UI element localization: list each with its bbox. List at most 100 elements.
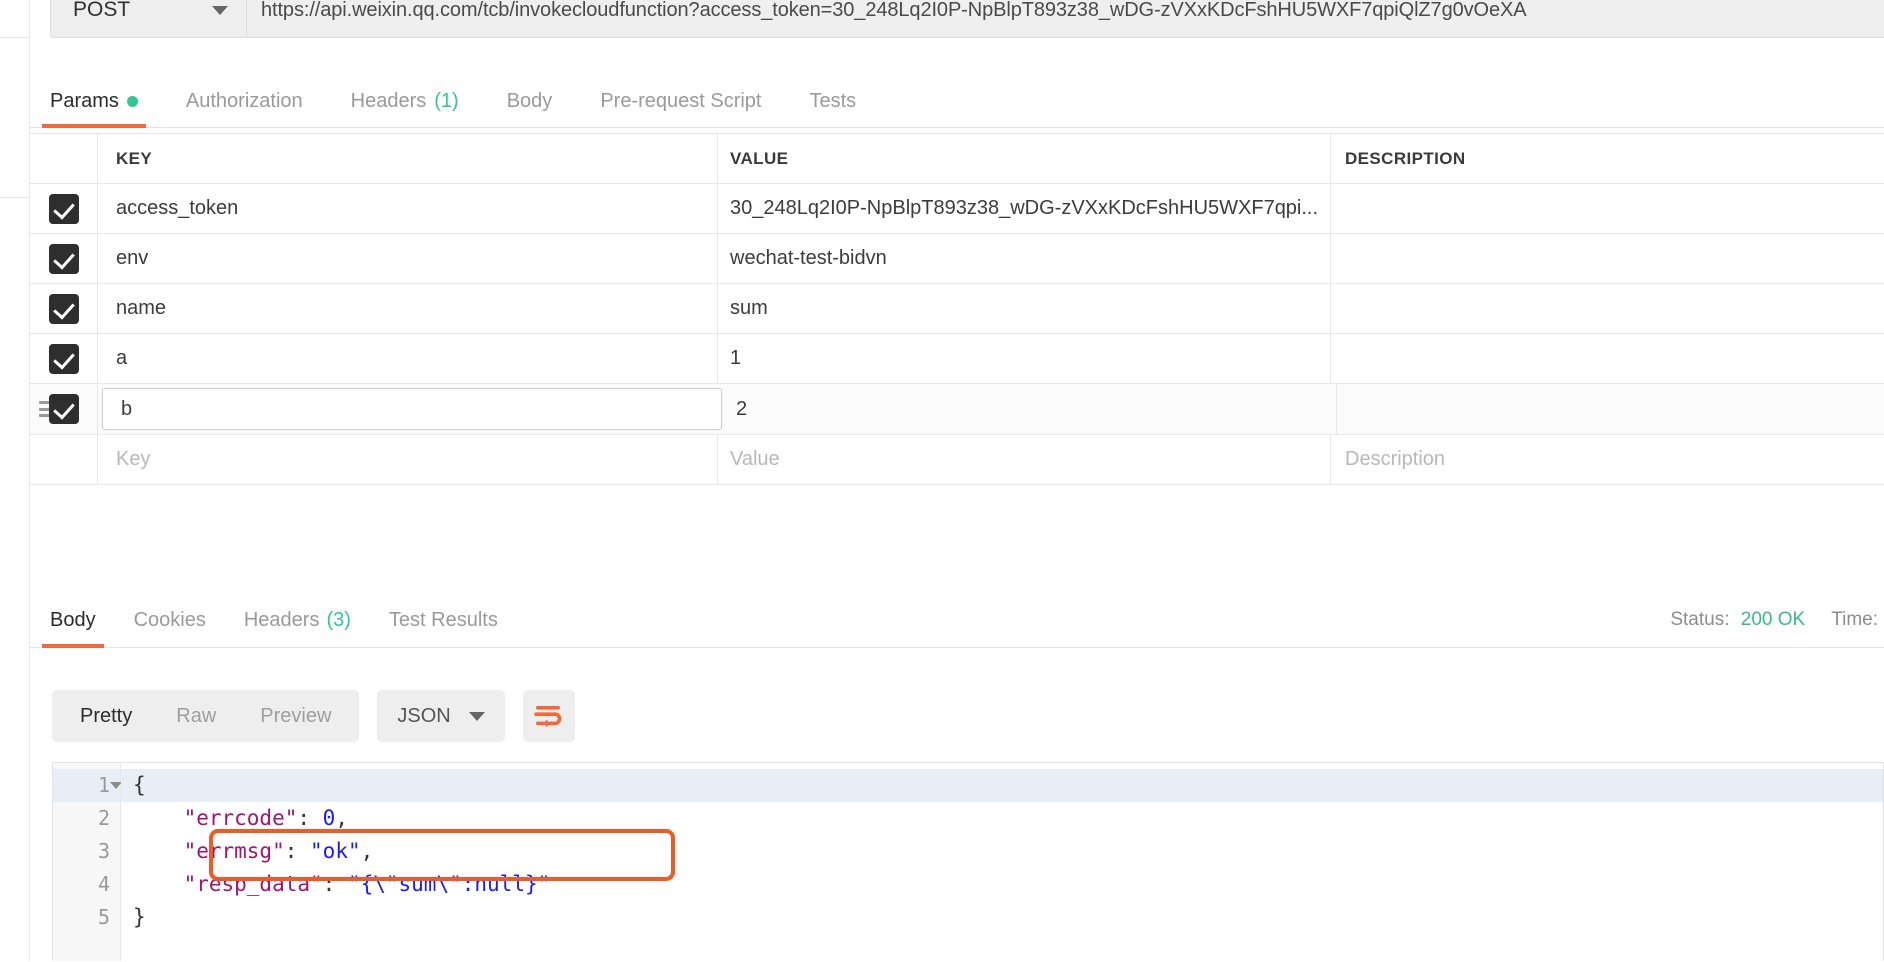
url-bar: POST https://api.weixin.qq.com/tcb/invok… — [50, 0, 1884, 38]
params-indicator-dot-icon — [126, 96, 138, 107]
format-label: JSON — [397, 704, 451, 727]
row-value[interactable]: wechat-test-bidvn — [718, 234, 1331, 283]
tab-pre-request-script-label: Pre-request Script — [600, 90, 762, 112]
postman-window: POST https://api.weixin.qq.com/tcb/invok… — [0, 0, 1884, 962]
tab-body[interactable]: Body — [493, 90, 567, 127]
response-view-switcher: Pretty Raw Preview — [52, 690, 360, 742]
table-row[interactable]: access_token 30_248Lq2I0P-NpBlpT893z38_w… — [30, 184, 1884, 234]
row-description[interactable] — [1331, 284, 1884, 333]
http-method-label: POST — [73, 0, 131, 21]
response-tab-test-results[interactable]: Test Results — [377, 592, 510, 648]
view-pretty-button[interactable]: Pretty — [58, 690, 154, 742]
tab-headers-count: (1) — [434, 90, 459, 112]
response-meta: Status: 200 OK Time: — [1670, 592, 1884, 648]
row-value[interactable]: 1 — [718, 334, 1331, 383]
response-tab-cookies[interactable]: Cookies — [122, 592, 218, 648]
line-number: 2 — [97, 806, 110, 830]
code-line: "errcode": 0, — [183, 806, 348, 830]
status-value: 200 OK — [1740, 609, 1806, 630]
code-line: { — [121, 769, 1883, 802]
checkbox-checked-icon[interactable] — [48, 293, 79, 324]
tab-authorization-label: Authorization — [185, 90, 303, 112]
response-tabs: Body Cookies Headers (3) Test Results St… — [30, 592, 1884, 648]
wrap-lines-icon — [533, 706, 562, 728]
tab-tests-label: Tests — [809, 90, 857, 112]
tab-pre-request-script[interactable]: Pre-request Script — [586, 90, 775, 127]
row-checkbox-cell[interactable] — [30, 184, 98, 233]
table-row[interactable]: a 1 — [30, 334, 1884, 384]
tab-tests[interactable]: Tests — [795, 90, 870, 127]
left-rail-segment-top — [0, 0, 29, 38]
row-checkbox-cell[interactable] — [30, 234, 98, 283]
code-lines[interactable]: { "errcode": 0, "errmsg": "ok", "resp_da… — [121, 763, 1883, 962]
column-header-key: KEY — [98, 134, 718, 183]
row-checkbox-cell[interactable] — [30, 435, 98, 484]
tab-body-label: Body — [506, 90, 553, 112]
line-number-gutter: 1 2 3 4 5 — [53, 763, 122, 962]
format-selector[interactable]: JSON — [377, 690, 505, 742]
left-rail-segment-mid — [0, 38, 29, 198]
response-tab-headers-count: (3) — [326, 608, 351, 631]
table-row-placeholder[interactable]: Key Value Description — [30, 435, 1884, 485]
tab-headers[interactable]: Headers (1) — [337, 90, 473, 127]
response-tab-headers-label: Headers — [243, 608, 320, 631]
code-line: } — [133, 905, 146, 929]
response-tab-test-results-label: Test Results — [388, 608, 498, 631]
tab-headers-label: Headers — [350, 90, 427, 112]
row-key[interactable]: env — [98, 234, 718, 283]
tab-params[interactable]: Params — [36, 90, 152, 128]
row-description[interactable] — [1331, 334, 1884, 383]
line-number: 1 — [53, 769, 122, 802]
left-rail — [0, 0, 30, 962]
chevron-down-icon — [212, 5, 228, 15]
new-description-input[interactable]: Description — [1331, 435, 1884, 484]
row-description[interactable] — [1337, 384, 1884, 434]
line-number: 4 — [97, 872, 110, 896]
view-preview-button[interactable]: Preview — [238, 690, 353, 742]
row-checkbox-cell[interactable] — [30, 334, 98, 383]
column-header-value: VALUE — [718, 134, 1331, 183]
new-value-input[interactable]: Value — [718, 435, 1331, 484]
row-checkbox-cell[interactable] — [30, 384, 98, 434]
checkbox-checked-icon[interactable] — [48, 243, 79, 274]
row-key-input[interactable]: b — [102, 388, 722, 430]
http-method-selector[interactable]: POST — [51, 0, 247, 37]
params-table-header: KEY VALUE DESCRIPTION — [30, 134, 1884, 184]
row-key[interactable]: access_token — [98, 184, 718, 233]
response-tab-body-label: Body — [50, 608, 96, 631]
line-number: 3 — [97, 839, 110, 863]
response-body-toolbar: Pretty Raw Preview JSON — [52, 690, 575, 742]
row-value[interactable]: 2 — [724, 384, 1337, 434]
params-table: KEY VALUE DESCRIPTION access_token 30_24… — [30, 133, 1884, 485]
row-value[interactable]: 30_248Lq2I0P-NpBlpT893z38_wDG-zVXxKDcFsh… — [718, 184, 1331, 233]
tab-authorization[interactable]: Authorization — [172, 90, 317, 127]
row-description[interactable] — [1331, 184, 1884, 233]
view-raw-button[interactable]: Raw — [154, 690, 238, 742]
response-body-code-viewer[interactable]: 1 2 3 4 5 { "errcode": 0, "errmsg": "ok"… — [52, 762, 1884, 962]
row-description[interactable] — [1331, 234, 1884, 283]
checkbox-checked-icon[interactable] — [48, 193, 79, 224]
tab-params-label: Params — [50, 90, 119, 112]
url-input[interactable]: https://api.weixin.qq.com/tcb/invokeclou… — [247, 0, 1884, 37]
chevron-down-icon — [468, 711, 485, 721]
row-value[interactable]: sum — [718, 284, 1331, 333]
row-checkbox-cell[interactable] — [30, 284, 98, 333]
request-tabs: Params Authorization Headers (1) Body Pr… — [30, 76, 1884, 128]
table-row[interactable]: b 2 — [30, 384, 1884, 435]
header-check-cell — [30, 134, 98, 183]
row-key[interactable]: name — [98, 284, 718, 333]
checkbox-checked-icon[interactable] — [48, 343, 79, 374]
table-row[interactable]: env wechat-test-bidvn — [30, 234, 1884, 284]
response-tab-headers[interactable]: Headers (3) — [232, 592, 363, 648]
new-key-input[interactable]: Key — [98, 435, 718, 484]
table-row[interactable]: name sum — [30, 284, 1884, 334]
row-key[interactable]: a — [98, 334, 718, 383]
code-line: "resp_data": "{\"sum\":null}" — [183, 872, 551, 896]
response-tab-cookies-label: Cookies — [133, 608, 206, 631]
wrap-lines-button[interactable] — [522, 690, 575, 742]
line-number: 5 — [97, 905, 110, 929]
checkbox-checked-icon[interactable] — [48, 394, 79, 424]
column-header-description: DESCRIPTION — [1345, 148, 1466, 168]
response-tab-body[interactable]: Body — [38, 592, 108, 648]
status-badge: Status: 200 OK — [1670, 609, 1805, 631]
